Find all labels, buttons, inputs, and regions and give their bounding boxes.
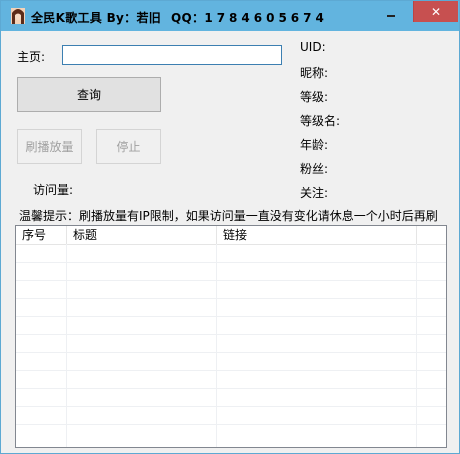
column-header-title[interactable]: 标题	[67, 226, 217, 244]
grid-line	[16, 298, 446, 299]
level-name-label: 等级名:	[300, 114, 341, 128]
uid-label: UID:	[300, 40, 326, 54]
grid-line	[416, 244, 417, 447]
qq-label: QQ：	[171, 11, 205, 25]
minimize-icon	[387, 14, 395, 17]
song-list[interactable]: 序号 标题 链接	[15, 225, 447, 448]
window-title: 全民K歌工具 By：若旧 QQ：1784605674	[31, 9, 328, 26]
title-bar[interactable]: 全民K歌工具 By：若旧 QQ：1784605674 ✕	[1, 1, 459, 31]
age-label: 年龄:	[300, 138, 329, 152]
homepage-label: 主页:	[17, 50, 46, 64]
stop-button[interactable]: 停止	[96, 129, 161, 164]
fans-label: 粉丝:	[300, 162, 329, 176]
grid-line	[216, 244, 217, 447]
close-button[interactable]: ✕	[413, 1, 458, 22]
main-window: 全民K歌工具 By：若旧 QQ：1784605674 ✕ 主页: 查询 刷播放量 …	[0, 0, 460, 454]
column-header-index[interactable]: 序号	[16, 226, 67, 244]
notice-text: 温馨提示：刷播放量有IP限制，如果访问量一直没有变化请休息一个小时后再刷	[19, 209, 438, 223]
grid-line	[16, 352, 446, 353]
query-button[interactable]: 查询	[17, 77, 161, 112]
visits-label: 访问量:	[33, 183, 74, 197]
grid-line	[66, 244, 67, 447]
grid-line	[16, 424, 446, 425]
qq-number: 1784605674	[204, 11, 328, 25]
grid-line	[16, 280, 446, 281]
grid-line	[16, 370, 446, 371]
following-label: 关注:	[300, 186, 329, 200]
column-header-link[interactable]: 链接	[217, 226, 417, 244]
list-header: 序号 标题 链接	[16, 226, 446, 245]
grid-line	[16, 388, 446, 389]
boost-plays-button[interactable]: 刷播放量	[17, 129, 82, 164]
close-icon: ✕	[430, 4, 442, 19]
grid-line	[16, 262, 446, 263]
app-title: 全民K歌工具 By：若旧	[31, 11, 162, 25]
app-avatar-icon	[11, 8, 25, 24]
nickname-label: 昵称:	[300, 66, 329, 80]
minimize-button[interactable]	[377, 1, 405, 22]
grid-line	[16, 334, 446, 335]
grid-line	[16, 316, 446, 317]
homepage-input[interactable]	[62, 45, 282, 65]
grid-line	[16, 406, 446, 407]
level-label: 等级:	[300, 90, 329, 104]
